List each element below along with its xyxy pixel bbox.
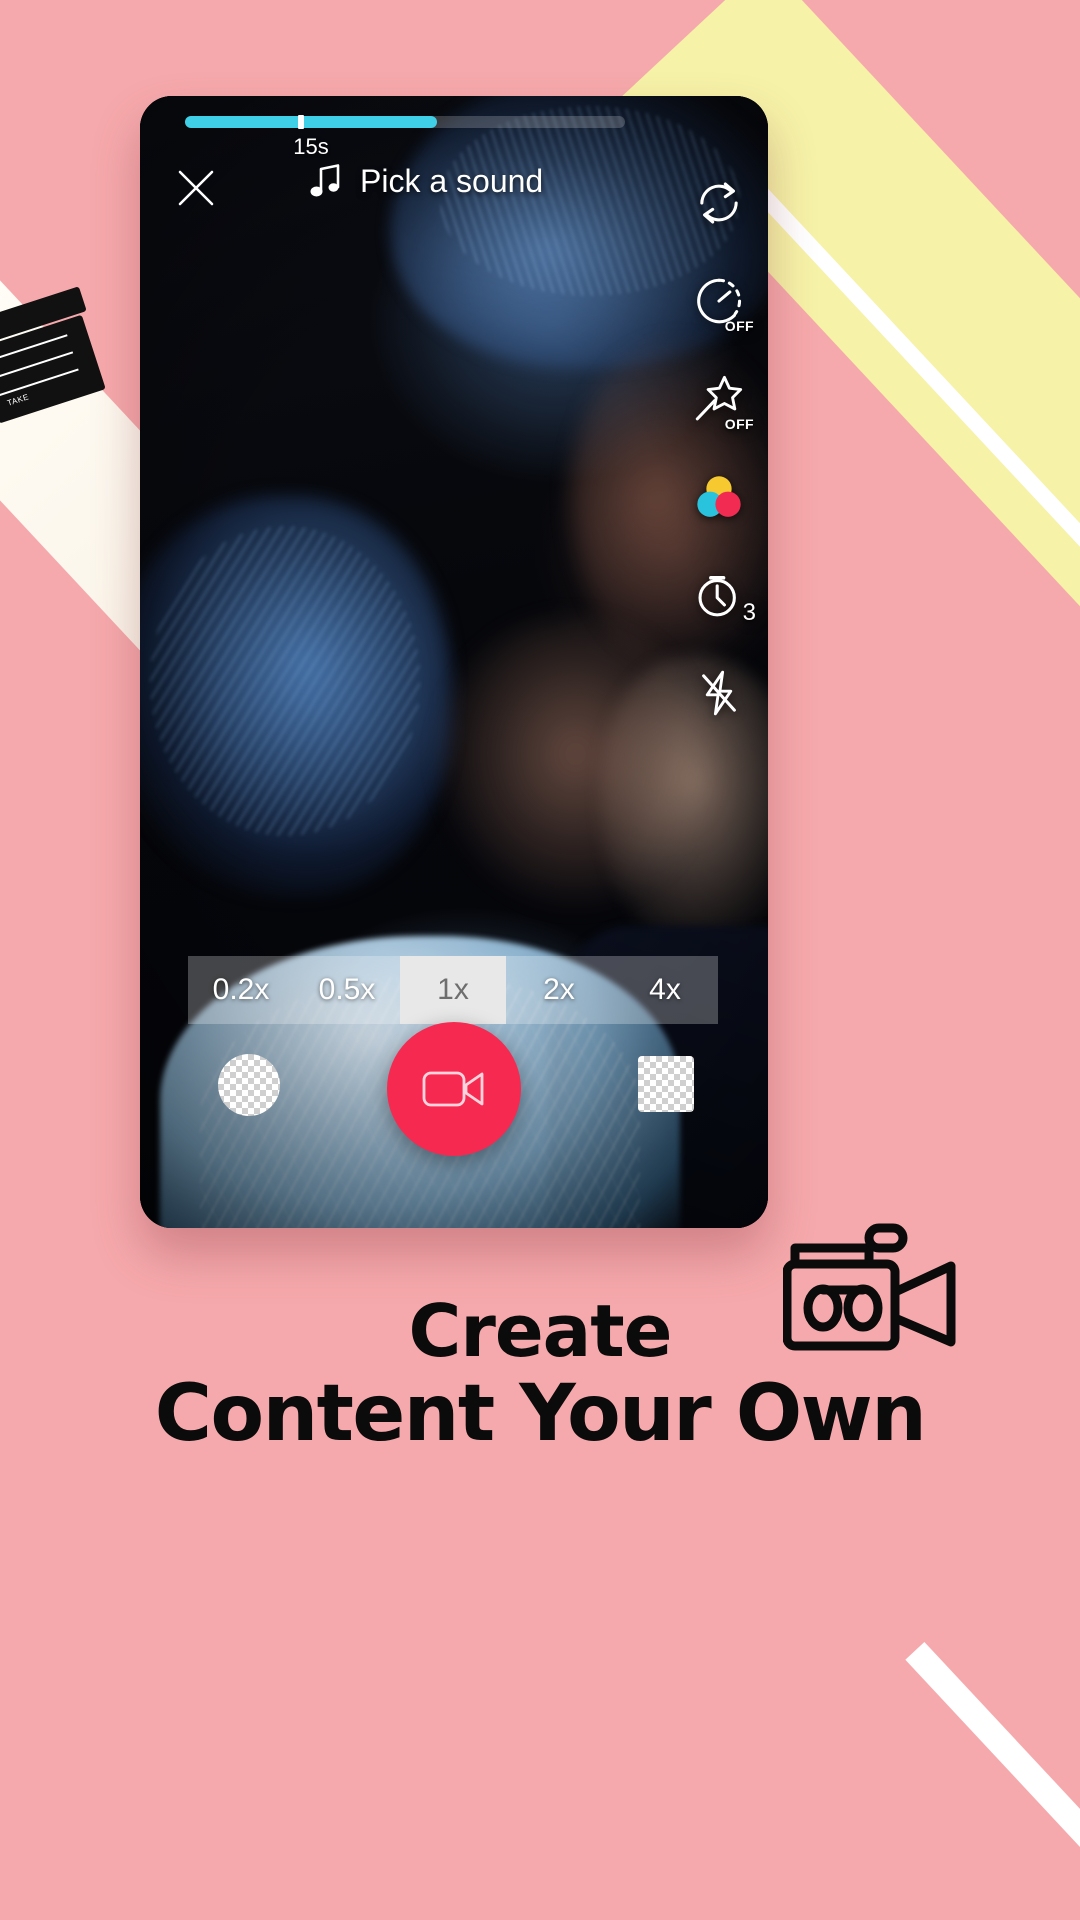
record-button[interactable] bbox=[387, 1022, 521, 1156]
effects-state-label: OFF bbox=[724, 416, 754, 432]
video-camera-icon bbox=[422, 1071, 484, 1107]
speed-dial-icon[interactable]: OFF bbox=[688, 270, 754, 334]
progress-segment-notch bbox=[298, 115, 304, 129]
camera-tool-rail: OFF OFF 3 bbox=[688, 172, 756, 724]
clapperboard-prop: TAKE bbox=[0, 284, 118, 424]
effects-button[interactable] bbox=[218, 1054, 280, 1116]
speed-option-1x[interactable]: 1x bbox=[400, 956, 506, 1024]
color-filters-icon[interactable] bbox=[688, 466, 750, 528]
flip-camera-icon[interactable] bbox=[688, 172, 750, 234]
close-icon[interactable] bbox=[170, 162, 222, 214]
music-note-icon bbox=[308, 162, 342, 200]
progress-fill bbox=[185, 116, 437, 128]
phone-mockup: 15s Pick a sound OFF OFF 3 0.2x 0.5x 1x … bbox=[140, 96, 768, 1228]
timer-count-label: 3 bbox=[742, 599, 756, 626]
recording-progress-bar[interactable]: 15s bbox=[185, 115, 625, 159]
pick-sound-label: Pick a sound bbox=[360, 162, 544, 199]
headline-line-2: Content Your Own bbox=[154, 1369, 927, 1460]
magic-wand-star-icon[interactable]: OFF bbox=[688, 368, 754, 432]
promo-screen: TAKE 15s Pick a sound OFF OFF 3 0.2x 0.5… bbox=[0, 0, 1080, 1920]
duration-label: 15s bbox=[293, 134, 329, 159]
speed-option-4x[interactable]: 4x bbox=[612, 956, 718, 1024]
capture-controls bbox=[140, 1022, 768, 1182]
pick-sound-button[interactable]: Pick a sound bbox=[308, 162, 543, 200]
speed-option-0_2x[interactable]: 0.2x bbox=[188, 956, 294, 1024]
speed-state-label: OFF bbox=[724, 318, 754, 334]
clapperboard-take-label: TAKE bbox=[6, 392, 31, 408]
flash-off-icon[interactable] bbox=[688, 662, 750, 724]
headline-line-1: Create bbox=[408, 1289, 672, 1373]
speed-option-2x[interactable]: 2x bbox=[506, 956, 612, 1024]
timer-icon[interactable]: 3 bbox=[688, 564, 756, 626]
promo-headline: Create Content Your Own bbox=[0, 1289, 1080, 1460]
speed-option-0_5x[interactable]: 0.5x bbox=[294, 956, 400, 1024]
speed-selector[interactable]: 0.2x 0.5x 1x 2x 4x bbox=[188, 956, 718, 1024]
decor-white-stripe-right bbox=[754, 186, 1080, 856]
upload-button[interactable] bbox=[638, 1056, 694, 1112]
decor-white-stripe-bottom bbox=[905, 1641, 1080, 1920]
